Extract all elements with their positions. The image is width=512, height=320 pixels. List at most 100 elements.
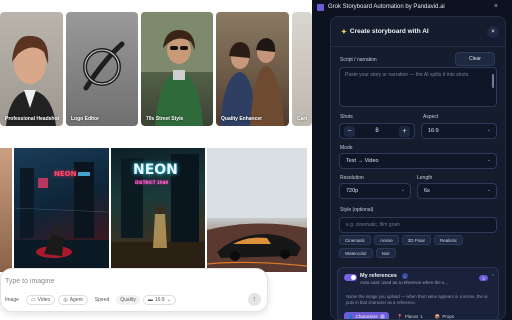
showcase-image[interactable]: NEON <box>13 148 110 272</box>
showcase-row: NEON NEON DISTRICT 2049 <box>0 148 308 272</box>
inspiration-gallery: Professional Headshot Logo Editor 70s St… <box>0 0 312 320</box>
chevron-down-icon: ⌄ <box>166 297 171 303</box>
references-title: My references <box>360 273 397 279</box>
logo-thumbnail <box>83 41 125 91</box>
template-caption: Logo Editor <box>71 116 100 122</box>
script-label: Script / narration <box>340 57 377 63</box>
aspect-label: Aspect <box>423 114 439 120</box>
aspect-select[interactable]: 16:9 ⌄ <box>421 123 497 139</box>
showcase-image[interactable]: NEON DISTRICT 2049 <box>111 148 205 272</box>
chevron-down-icon: ⌄ <box>486 187 491 193</box>
card-header: ✦ Create storyboard with AI × <box>331 17 505 47</box>
video-chip-label: Video <box>37 297 51 303</box>
chevron-down-icon: ⌄ <box>486 127 491 133</box>
clear-button[interactable]: Clear <box>455 52 495 66</box>
prompt-bar: Image ▭Video ◎Agent Speed Quality ▬16:9⌄… <box>0 268 268 312</box>
references-toggle[interactable] <box>344 274 357 281</box>
references-description: Name the image you upload — when that na… <box>346 294 488 305</box>
neon-city-art <box>13 162 110 272</box>
tab-count: 1 <box>420 314 423 319</box>
increment-button[interactable]: + <box>399 125 410 137</box>
references-tabs: 👤 Characters 3 📍 Places 1 📦 Props <box>344 312 458 320</box>
mode-video-chip[interactable]: ▭ Video <box>25 295 56 305</box>
box-icon: 📦 <box>434 313 441 319</box>
showcase-image[interactable] <box>206 148 308 272</box>
template-caption: 70s Street Style <box>146 116 184 122</box>
tab-count: 3 <box>379 314 386 319</box>
style-tag-3d-pixar[interactable]: 3D Pixar <box>401 235 432 245</box>
extension-panel: Grok Storyboard Automation by Pandavid.a… <box>312 0 512 320</box>
showcase-image[interactable] <box>0 148 12 272</box>
mode-agent-chip[interactable]: ◎ Agent <box>58 295 88 305</box>
style-tag-cinematic[interactable]: Cinematic <box>339 235 372 245</box>
neon-sign: NEON <box>54 170 77 178</box>
template-caption: Cart <box>297 116 308 122</box>
style-input[interactable]: e.g. cinematic, film grain <box>339 217 497 233</box>
sparkle-icon: ✦ <box>341 28 347 36</box>
quality-chip-label: Quality <box>120 297 136 303</box>
tab-places[interactable]: 📍 Places 1 <box>393 312 427 320</box>
style-presets: Cinematic Anime 3D Pixar Realistic Water… <box>339 235 499 258</box>
chevron-down-icon: ⌄ <box>400 187 405 193</box>
shots-stepper: − 8 + <box>339 123 415 139</box>
prompt-input[interactable] <box>5 275 225 287</box>
length-select[interactable]: 6s ⌄ <box>417 183 497 199</box>
agent-icon: ◎ <box>63 297 68 303</box>
template-card[interactable]: Logo Editor <box>66 12 138 126</box>
style-tag-anime[interactable]: Anime <box>374 235 399 245</box>
mode-image-chip[interactable]: Image <box>1 295 23 305</box>
template-card[interactable]: Cart <box>292 12 312 126</box>
template-card[interactable]: Quality Enhancer <box>216 12 289 126</box>
references-subtitle: Auto-cast: used as a reference when the … <box>360 280 449 285</box>
shots-value[interactable]: 8 <box>375 128 378 134</box>
resolution-select[interactable]: 720p ⌄ <box>339 183 411 199</box>
style-tag-watercolor[interactable]: Watercolor <box>339 248 373 258</box>
style-placeholder: e.g. cinematic, film grain <box>346 222 400 228</box>
street-style-thumbnail <box>141 12 213 126</box>
speed-chip-label: Speed <box>94 297 110 303</box>
textarea-scrollbar[interactable] <box>492 74 494 88</box>
aspect-ratio-chip[interactable]: ▬ 16:9 ⌄ <box>142 295 176 305</box>
card-close-button[interactable]: × <box>487 26 499 38</box>
info-icon[interactable]: i <box>402 273 408 279</box>
resolution-label: Resolution <box>340 175 364 181</box>
panel-title: Grok Storyboard Automation by Pandavid.a… <box>328 4 445 10</box>
panel-close-button[interactable]: × <box>494 3 498 10</box>
headshot-thumbnail <box>6 35 56 126</box>
mode-select[interactable]: Text → Video ⌄ <box>339 153 497 169</box>
tab-label: Props <box>442 314 455 319</box>
video-icon: ▭ <box>30 297 36 303</box>
style-tag-realistic[interactable]: Realistic <box>434 235 464 245</box>
tab-characters[interactable]: 👤 Characters 3 <box>344 312 390 319</box>
template-card[interactable]: Professional Headshot <box>0 12 63 126</box>
speed-chip[interactable]: Speed <box>91 295 113 305</box>
storyboard-card: ✦ Create storyboard with AI × Script / n… <box>330 16 506 320</box>
chevron-down-icon: ⌄ <box>486 157 491 163</box>
quality-chip[interactable]: Quality <box>116 295 140 305</box>
shots-label: Shots <box>340 114 353 120</box>
decrement-button[interactable]: − <box>344 125 355 137</box>
agent-chip-label: Agent <box>69 297 83 303</box>
length-label: Length <box>417 175 433 181</box>
image-chip-label: Image <box>5 297 19 303</box>
references-count-badge: 3 <box>479 275 488 281</box>
tab-label: Characters <box>355 314 378 319</box>
quality-thumbnail <box>220 38 284 126</box>
template-card[interactable]: 70s Street Style <box>141 12 213 126</box>
style-tag-noir[interactable]: Noir <box>375 248 396 258</box>
aspect-icon: ▬ <box>147 297 153 303</box>
tab-props[interactable]: 📦 Props <box>431 312 458 320</box>
neon-sign-subtitle: DISTRICT 2049 <box>135 180 169 185</box>
script-placeholder: Paste your story or narration — the AI s… <box>345 72 470 78</box>
send-button[interactable]: ↑ <box>248 293 261 306</box>
script-textarea[interactable]: Paste your story or narration — the AI s… <box>339 67 497 107</box>
prompt-options: Image ▭ Video ◎ Agent Speed Quality ▬ 16:9 ⌄ <box>1 295 176 305</box>
tab-label: Places <box>404 314 419 319</box>
person-icon: 👤 <box>348 313 354 319</box>
template-caption: Quality Enhancer <box>221 116 263 122</box>
chevron-up-icon[interactable]: ⌃ <box>491 274 495 280</box>
aspect-chip-label: 16:9 <box>154 297 165 303</box>
extension-logo-icon <box>317 3 324 11</box>
mode-value: Text → Video <box>346 158 379 164</box>
neon-sign-title: NEON <box>133 162 178 178</box>
